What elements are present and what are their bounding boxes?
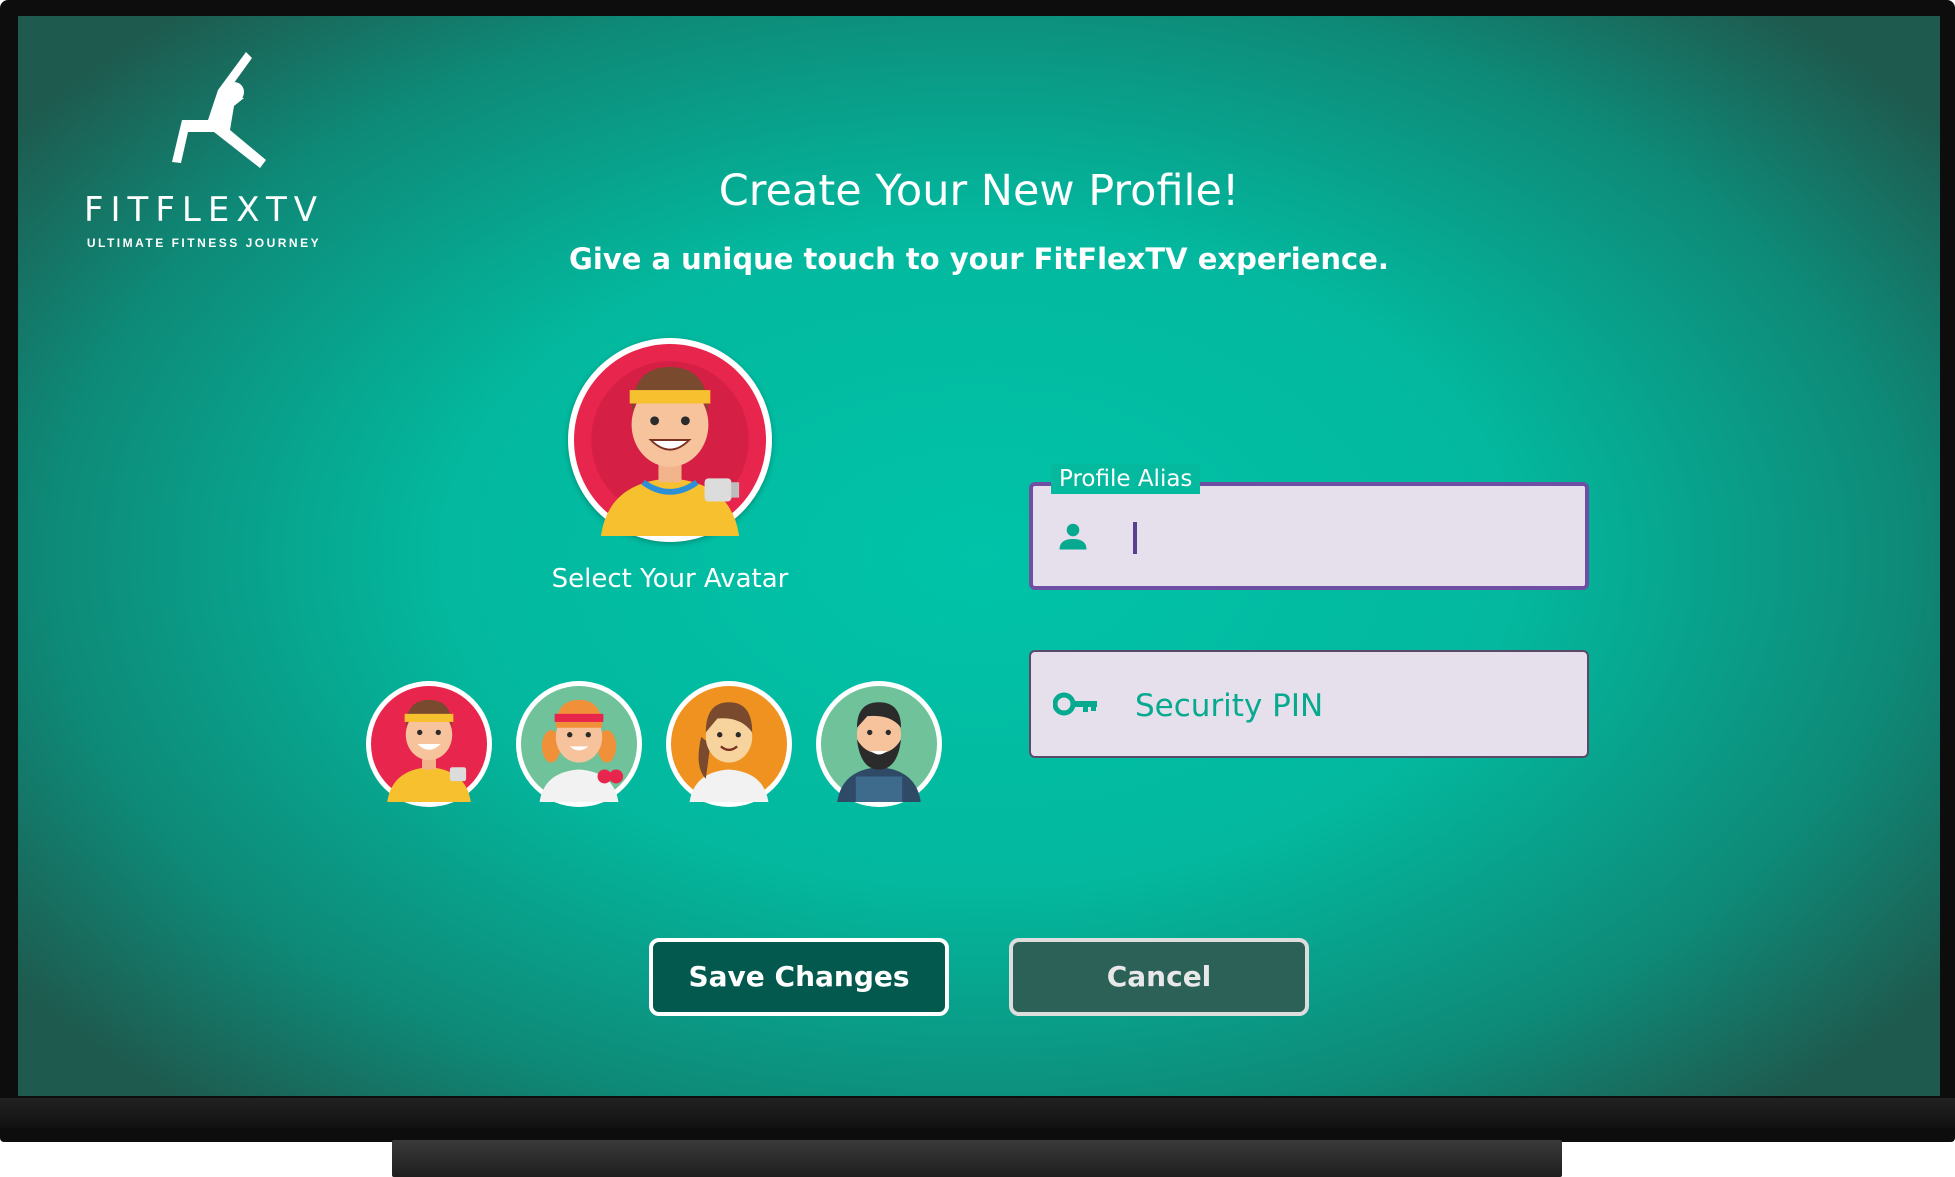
tv-stand bbox=[392, 1140, 1562, 1177]
security-pin-field[interactable]: Security PIN bbox=[1029, 650, 1589, 758]
avatar-option-2[interactable] bbox=[516, 681, 642, 807]
avatar-woman-headband-image bbox=[521, 686, 637, 802]
tv-chin bbox=[0, 1098, 1955, 1128]
person-icon bbox=[1059, 523, 1087, 550]
yoga-figure-icon bbox=[172, 52, 266, 168]
profile-alias-field[interactable]: Profile Alias bbox=[1029, 464, 1589, 590]
key-icon bbox=[1053, 692, 1097, 716]
selected-avatar[interactable] bbox=[568, 338, 772, 542]
avatar-woman-ponytail-image bbox=[671, 686, 787, 802]
page-title: Create Your New Profile! bbox=[718, 166, 1240, 216]
security-pin-placeholder: Security PIN bbox=[1135, 688, 1324, 724]
cancel-button[interactable]: Cancel bbox=[1009, 938, 1309, 1016]
avatar-option-4[interactable] bbox=[816, 681, 942, 807]
page-subtitle: Give a unique touch to your FitFlexTV ex… bbox=[569, 242, 1389, 276]
avatar-option-1[interactable] bbox=[366, 681, 492, 807]
avatar-man-headband-image bbox=[371, 686, 487, 802]
avatar-man-headband-image bbox=[574, 344, 766, 536]
brand-logo: FITFLEXTV ULTIMATE FITNESS JOURNEY bbox=[54, 50, 354, 260]
profile-alias-label: Profile Alias bbox=[1051, 464, 1201, 494]
avatar-bearded-man-image bbox=[821, 686, 937, 802]
tv-screen: FITFLEXTV ULTIMATE FITNESS JOURNEY Creat… bbox=[18, 16, 1940, 1096]
save-changes-button[interactable]: Save Changes bbox=[649, 938, 949, 1016]
avatar-caption: Select Your Avatar bbox=[551, 564, 789, 594]
text-cursor bbox=[1133, 522, 1137, 554]
avatar-option-3[interactable] bbox=[666, 681, 792, 807]
